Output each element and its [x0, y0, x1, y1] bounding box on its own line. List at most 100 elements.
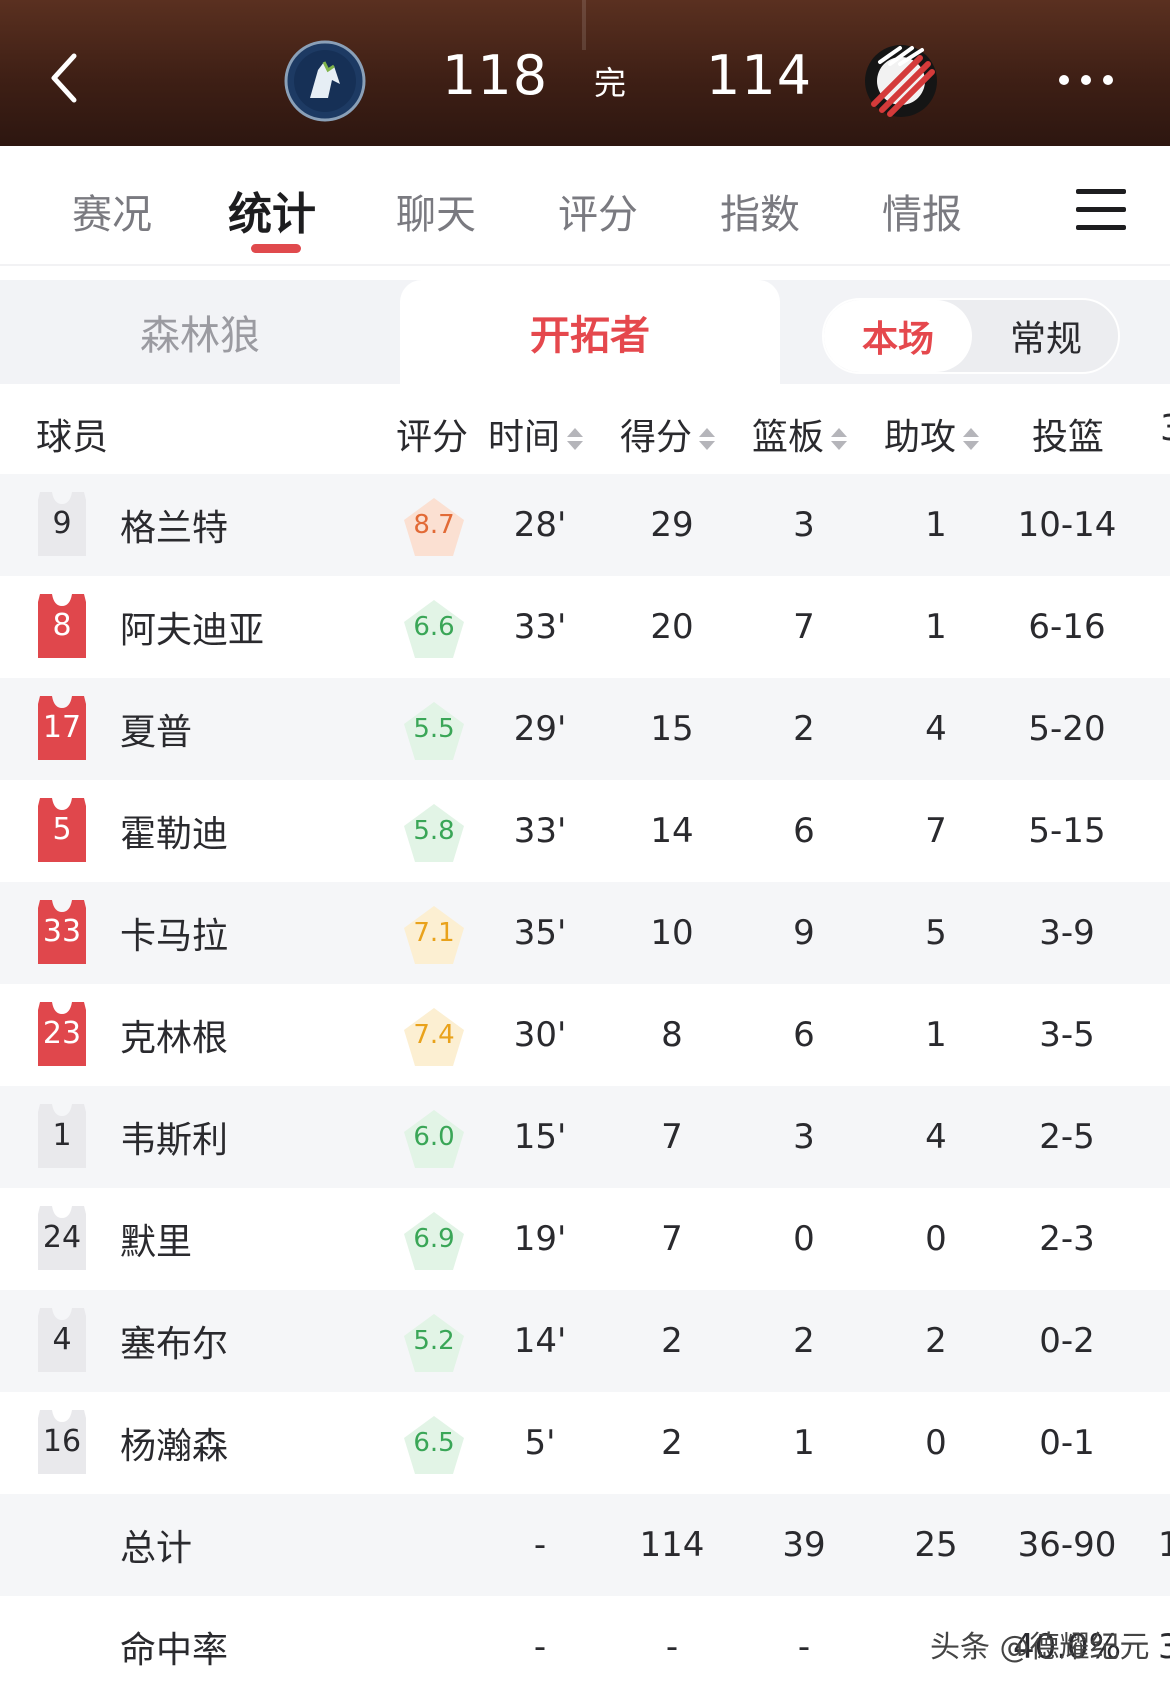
percentage-points: - — [665, 1627, 679, 1667]
jersey-icon: 24 — [36, 1206, 88, 1270]
totals-label: 总计 — [120, 1528, 193, 1569]
player-row[interactable]: 17 夏普 5.5 29' 15 2 4 5-20 — [0, 678, 1170, 780]
assists-value: 4 — [925, 1117, 947, 1157]
player-row[interactable]: 33 卡马拉 7.1 35' 10 9 5 3-9 — [0, 882, 1170, 984]
minutes-value: 35' — [513, 913, 567, 953]
jersey-number: 1 — [52, 1118, 72, 1153]
percentage-next-partial: 3 — [1158, 1627, 1170, 1667]
fg-value: 5-20 — [1028, 709, 1106, 749]
minutes-value: 5' — [524, 1423, 556, 1463]
col-assists-header[interactable]: 助攻 — [884, 408, 980, 460]
tab-chat[interactable]: 聊天 — [396, 182, 476, 240]
rating-badge[interactable]: 8.7 — [402, 496, 466, 558]
rating-badge[interactable]: 5.8 — [402, 802, 466, 864]
rating-badge[interactable]: 6.5 — [402, 1414, 466, 1476]
scope-regular-season[interactable]: 常规 — [972, 300, 1120, 372]
fg-value: 6-16 — [1028, 607, 1106, 647]
home-score: 118 — [442, 44, 549, 107]
sort-icon[interactable] — [698, 426, 716, 452]
player-name[interactable]: 格兰特 — [120, 474, 228, 576]
player-name[interactable]: 克林根 — [120, 984, 228, 1086]
sort-icon[interactable] — [566, 426, 584, 452]
rating-badge[interactable]: 6.6 — [402, 598, 466, 660]
jersey-icon: 8 — [36, 594, 88, 658]
points-value: 7 — [661, 1117, 683, 1157]
assists-value: 1 — [925, 607, 947, 647]
tab-game-status[interactable]: 赛况 — [72, 182, 152, 240]
col-assists: 助攻 — [884, 417, 957, 458]
blazers-logo-icon[interactable] — [860, 40, 942, 122]
rating-badge[interactable]: 7.4 — [402, 1006, 466, 1068]
totals-points: 114 — [639, 1525, 705, 1565]
tab-ratings[interactable]: 评分 — [558, 182, 638, 240]
col-rebounds-header[interactable]: 篮板 — [752, 408, 848, 460]
menu-icon[interactable] — [1074, 186, 1128, 232]
assists-value: 1 — [925, 505, 947, 545]
player-name[interactable]: 卡马拉 — [120, 882, 228, 984]
player-row[interactable]: 4 塞布尔 5.2 14' 2 2 2 0-2 — [0, 1290, 1170, 1392]
team-tab-blazers[interactable]: 开拓者 — [400, 280, 780, 384]
minutes-value: 30' — [513, 1015, 567, 1055]
col-player: 球员 — [36, 417, 109, 458]
assists-value: 5 — [925, 913, 947, 953]
totals-next-partial: 1 — [1158, 1525, 1170, 1565]
wolf-logo-icon[interactable] — [284, 40, 366, 122]
player-name[interactable]: 夏普 — [120, 678, 192, 780]
player-name[interactable]: 默里 — [120, 1188, 192, 1290]
away-score: 114 — [706, 44, 813, 107]
col-points-header[interactable]: 得分 — [620, 408, 716, 460]
team-tab-timberwolves[interactable]: 森林狼 — [0, 280, 400, 384]
minutes-value: 33' — [513, 607, 567, 647]
assists-value: 1 — [925, 1015, 947, 1055]
totals-time: - — [533, 1525, 547, 1565]
rating-badge[interactable]: 6.9 — [402, 1210, 466, 1272]
rating-value: 5.8 — [413, 816, 455, 846]
tab-intel[interactable]: 情报 — [882, 182, 962, 240]
active-tab-indicator — [251, 244, 301, 253]
rating-badge[interactable]: 6.0 — [402, 1108, 466, 1170]
player-name[interactable]: 韦斯利 — [120, 1086, 228, 1188]
player-row[interactable]: 23 克林根 7.4 30' 8 6 1 3-5 — [0, 984, 1170, 1086]
jersey-number: 9 — [52, 506, 72, 541]
col-time-header[interactable]: 时间 — [488, 408, 584, 460]
rebounds-value: 3 — [793, 505, 815, 545]
assists-value: 0 — [925, 1219, 947, 1259]
jersey-number: 23 — [42, 1016, 82, 1051]
minutes-value: 29' — [513, 709, 567, 749]
player-name[interactable]: 霍勒迪 — [120, 780, 228, 882]
player-name[interactable]: 阿夫迪亚 — [120, 576, 264, 678]
stats-table-header: 球员 评分 时间 得分 篮板 助攻 投篮 3 — [0, 384, 1170, 474]
rating-value: 6.5 — [413, 1428, 455, 1458]
scope-this-game[interactable]: 本场 — [824, 300, 972, 372]
back-arrow-icon[interactable] — [44, 50, 84, 106]
sort-icon[interactable] — [962, 426, 980, 452]
player-name[interactable]: 杨瀚森 — [120, 1392, 228, 1494]
col-rebounds: 篮板 — [752, 417, 825, 458]
rating-badge[interactable]: 7.1 — [402, 904, 466, 966]
rating-badge[interactable]: 5.2 — [402, 1312, 466, 1374]
rating-value: 6.9 — [413, 1224, 455, 1254]
player-row[interactable]: 16 杨瀚森 6.5 5' 2 1 0 0-1 — [0, 1392, 1170, 1494]
col-time: 时间 — [488, 417, 561, 458]
rebounds-value: 6 — [793, 811, 815, 851]
col-points: 得分 — [620, 417, 693, 458]
rating-badge[interactable]: 5.5 — [402, 700, 466, 762]
player-row[interactable]: 24 默里 6.9 19' 7 0 0 2-3 — [0, 1188, 1170, 1290]
more-options-icon[interactable] — [1058, 74, 1114, 86]
player-row[interactable]: 8 阿夫迪亚 6.6 33' 20 7 1 6-16 — [0, 576, 1170, 678]
tab-stats[interactable]: 统计 — [228, 178, 316, 242]
player-row[interactable]: 9 格兰特 8.7 28' 29 3 1 10-14 — [0, 474, 1170, 576]
tab-odds[interactable]: 指数 — [720, 182, 800, 240]
jersey-number: 24 — [42, 1220, 82, 1255]
rebounds-value: 2 — [793, 709, 815, 749]
player-row[interactable]: 1 韦斯利 6.0 15' 7 3 4 2-5 — [0, 1086, 1170, 1188]
sort-icon[interactable] — [830, 426, 848, 452]
watermark-text: 头条 @德耀纪元 — [930, 1630, 1150, 1665]
points-value: 10 — [650, 913, 694, 953]
player-row[interactable]: 5 霍勒迪 5.8 33' 14 6 7 5-15 — [0, 780, 1170, 882]
minutes-value: 15' — [513, 1117, 567, 1157]
fg-value: 0-2 — [1039, 1321, 1095, 1361]
scope-segmented-control: 本场 常规 — [822, 298, 1120, 374]
player-name[interactable]: 塞布尔 — [120, 1290, 228, 1392]
jersey-icon: 1 — [36, 1104, 88, 1168]
